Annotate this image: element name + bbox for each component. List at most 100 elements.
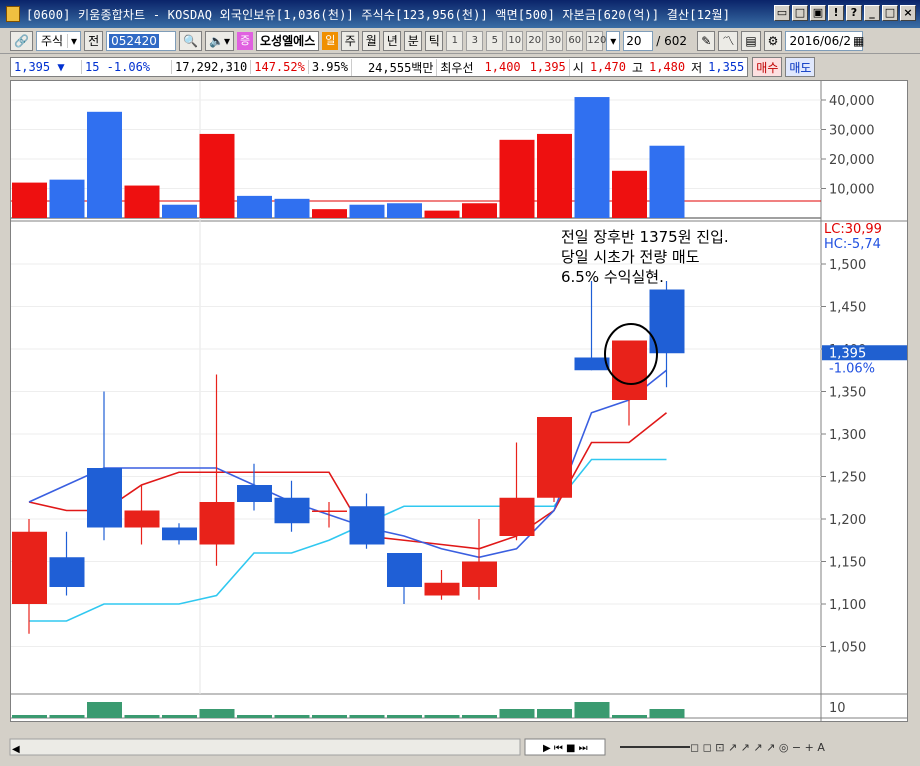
sub-indicator-bar	[462, 715, 497, 718]
volume-axis-label: 30,000	[829, 124, 875, 139]
window-controls: ▭ □ ▣ ! ? _ □ ×	[774, 5, 916, 21]
maximize-icon[interactable]: □	[882, 5, 898, 21]
current-price: 1,395 ▼	[14, 60, 65, 74]
scroll-controls: ◀ ▶ ⏮ ■ ⏭ ◻ ◻ ⊡ ↗ ↗ ↗ ↗ ◎ − + A	[9, 738, 825, 756]
candle-body	[537, 417, 572, 498]
calendar-icon[interactable]: ▦	[851, 34, 866, 48]
interval-button[interactable]: 120	[586, 30, 606, 51]
candle-body	[312, 510, 347, 512]
interval-dropdown[interactable]: ▾	[606, 30, 621, 51]
candle-body	[199, 502, 235, 545]
volume: 17,292,310	[171, 60, 250, 74]
period-minute-button[interactable]: 분	[404, 30, 423, 51]
interval-button[interactable]: 20	[526, 30, 544, 51]
sub-indicator-bar	[349, 715, 385, 718]
sub-indicator-bar	[387, 715, 422, 718]
candle-body	[574, 357, 610, 371]
interval-button[interactable]: 1	[446, 30, 464, 51]
volume-bar	[349, 204, 385, 218]
minimize-icon[interactable]: _	[864, 5, 880, 21]
sub-indicator-bar	[12, 715, 47, 718]
volume-ratio: 147.52%	[250, 60, 308, 74]
sub-indicator-bar	[574, 702, 610, 718]
trade-amount: 24,555백만	[350, 58, 436, 76]
candle-body	[499, 497, 535, 536]
horizontal-scrollbar[interactable]	[9, 738, 521, 756]
lc-label: LC:30,99	[824, 222, 882, 237]
sub-indicator-bar	[312, 715, 347, 718]
restore-icon[interactable]: ▭	[774, 5, 790, 21]
play-icon[interactable]: ▶ ⏮ ■ ⏭	[543, 743, 588, 754]
volume-bar	[649, 145, 685, 218]
sub-indicator-bar	[49, 715, 85, 718]
sub-axis-label: 10	[829, 701, 846, 716]
count-total: / 602	[656, 33, 688, 48]
period-year-button[interactable]: 년	[383, 30, 402, 51]
period-tick-button[interactable]: 틱	[425, 30, 444, 51]
stock-code-input[interactable]: 052420	[106, 30, 177, 51]
best-ask: 1,400	[484, 60, 521, 74]
candle-body	[424, 582, 460, 596]
period-month-button[interactable]: 월	[362, 30, 381, 51]
scroll-left-icon[interactable]: ◀	[12, 744, 20, 755]
window-title: [0600] 키움종합차트 - KOSDAQ 외국인보유[1,036(천)] 주…	[26, 7, 731, 22]
candle-body	[124, 510, 160, 528]
sub-indicator-bar	[237, 715, 272, 718]
market-select-label: 주식	[40, 34, 64, 48]
volume-bar	[237, 195, 272, 218]
save-icon[interactable]: ▤	[741, 30, 761, 51]
period-week-button[interactable]: 주	[341, 30, 360, 51]
annotation-line-2: 당일 시초가 전량 매도	[561, 248, 700, 266]
window-icon[interactable]: □	[792, 5, 808, 21]
volume-axis-label: 40,000	[829, 94, 875, 109]
prev-button[interactable]: 전	[84, 30, 104, 51]
sub-indicator-bar	[649, 709, 685, 718]
open-price: 1,470	[589, 60, 626, 74]
current-change-label: -1.06%	[829, 361, 875, 376]
sub-indicator-bar	[199, 709, 235, 718]
interval-button[interactable]: 5	[486, 30, 504, 51]
main-toolbar: 🔗 주식 ▾ 전 052420 🔍 🔈▾ 증 오성엘에스 일 주 월 년 분 틱…	[0, 28, 920, 54]
price-axis-label: 1,450	[829, 301, 866, 316]
search-icon[interactable]: 🔍	[179, 30, 203, 51]
settings-icon[interactable]: ⚙	[763, 30, 783, 51]
chart-area[interactable]: 40,00030,00020,00010,0001,5001,4501,4001…	[10, 80, 908, 722]
sub-indicator-bar	[162, 715, 197, 718]
sub-indicator-bar	[87, 702, 122, 718]
market-select[interactable]: 주식 ▾	[35, 30, 82, 51]
high-price: 1,480	[648, 60, 686, 74]
sound-icon[interactable]: 🔈▾	[205, 30, 235, 51]
help-icon[interactable]: ?	[846, 5, 862, 21]
interval-button[interactable]: 3	[466, 30, 484, 51]
count-input[interactable]: 20	[623, 30, 654, 51]
drawing-tools-icon[interactable]: ◻ ◻ ⊡ ↗ ↗ ↗ ↗ ◎ − + A	[690, 741, 825, 754]
interval-button[interactable]: 30	[546, 30, 564, 51]
stock-code-value: 052420	[109, 33, 159, 48]
hc-label: HC:-5,74	[824, 237, 881, 252]
price-axis-label: 1,200	[829, 513, 866, 528]
interval-button[interactable]: 60	[566, 30, 584, 51]
date-value: 2016/06/2	[789, 33, 851, 48]
volume-axis-label: 20,000	[829, 153, 875, 168]
link-icon[interactable]: 🔗	[10, 30, 33, 51]
chart-icon[interactable]: 〽	[718, 30, 739, 51]
tool-icon[interactable]: ✎	[697, 30, 716, 51]
lock-icon[interactable]: ▣	[810, 5, 826, 21]
interval-button[interactable]: 10	[506, 30, 524, 51]
date-input[interactable]: 2016/06/2 ▦	[785, 30, 866, 51]
price-axis-label: 1,250	[829, 471, 866, 486]
bottom-bar: ◀ ▶ ⏮ ■ ⏭ ◻ ◻ ⊡ ↗ ↗ ↗ ↗ ◎ − + A	[0, 737, 920, 763]
period-day-button[interactable]: 일	[322, 31, 339, 50]
price-axis-label: 1,050	[829, 641, 866, 656]
candlestick-chart[interactable]: 40,00030,00020,00010,0001,5001,4501,4001…	[11, 81, 907, 721]
sell-button[interactable]: 매도	[785, 57, 816, 77]
close-icon[interactable]: ×	[900, 5, 916, 21]
volume-bar	[12, 182, 47, 218]
sub-indicator-bar	[124, 715, 160, 718]
volume-bar	[387, 203, 422, 218]
volume-bar	[274, 198, 310, 218]
title-bar: [0600] 키움종합차트 - KOSDAQ 외국인보유[1,036(천)] 주…	[0, 0, 920, 28]
alert-icon[interactable]: !	[828, 5, 844, 21]
buy-button[interactable]: 매수	[752, 57, 783, 77]
quote-panel: 1,395 ▼ 15 -1.06% 17,292,310 147.52% 3.9…	[10, 57, 749, 77]
